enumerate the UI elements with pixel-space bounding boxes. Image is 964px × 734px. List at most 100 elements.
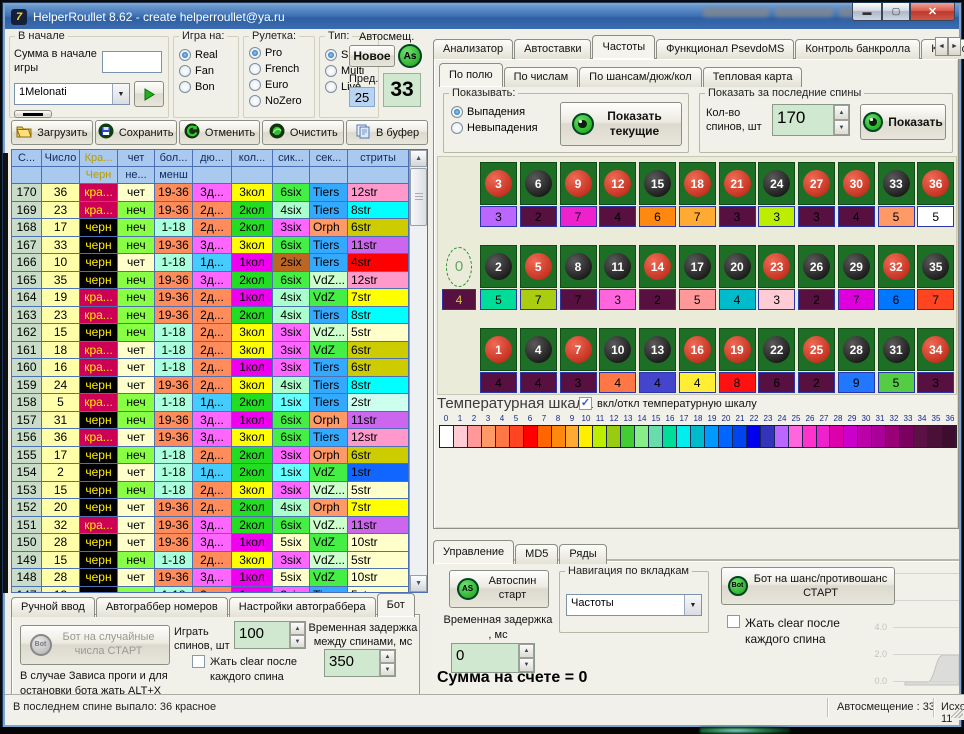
tab-control-0[interactable]: Управление bbox=[433, 540, 514, 564]
board-number-2[interactable]: 2 bbox=[480, 245, 517, 288]
board-number-9[interactable]: 9 bbox=[560, 162, 597, 205]
board-number-13[interactable]: 13 bbox=[639, 328, 676, 371]
board-number-20[interactable]: 20 bbox=[719, 245, 756, 288]
tab-freq-1[interactable]: По числам bbox=[504, 67, 579, 87]
as-icon[interactable]: As bbox=[398, 44, 422, 68]
scroll-up-icon[interactable]: ▲ bbox=[410, 150, 427, 167]
toolbar-button-4[interactable]: В буфер bbox=[346, 120, 428, 145]
arrow-up-icon[interactable]: ▲ bbox=[834, 105, 849, 120]
clear-after-spin-checkbox-2[interactable] bbox=[727, 615, 740, 628]
maximize-button[interactable]: ▢ bbox=[882, 3, 910, 21]
minimize-button[interactable]: ▬ bbox=[852, 3, 882, 21]
radio-roulette-1[interactable]: French bbox=[249, 63, 302, 75]
table-row[interactable]: 15220чернчет19-362д...2кол4sixOrph7str bbox=[12, 499, 409, 517]
tab-input-2[interactable]: Настройки автограббера bbox=[229, 597, 376, 617]
board-number-18[interactable]: 18 bbox=[679, 162, 716, 205]
chevron-down-icon[interactable]: ▼ bbox=[112, 84, 129, 104]
temp-scale-checkbox[interactable]: ✓ bbox=[579, 397, 592, 410]
tab-control-1[interactable]: MD5 bbox=[515, 544, 558, 564]
board-number-4[interactable]: 4 bbox=[520, 328, 557, 371]
board-number-36[interactable]: 36 bbox=[917, 162, 954, 205]
board-number-23[interactable]: 23 bbox=[758, 245, 795, 288]
table-row[interactable]: 16215черннеч1-182д...3кол3sixVdZ...5str bbox=[12, 324, 409, 342]
arrow-down-icon[interactable]: ▼ bbox=[834, 120, 849, 135]
board-number-16[interactable]: 16 bbox=[679, 328, 716, 371]
table-row[interactable]: 15028чернчет19-363д...1кол5sixVdZ10str bbox=[12, 534, 409, 552]
radio-show-0[interactable]: Выпадения bbox=[451, 106, 538, 118]
board-number-26[interactable]: 26 bbox=[798, 245, 835, 288]
board-number-33[interactable]: 33 bbox=[878, 162, 915, 205]
tab-right-4[interactable]: Контроль банкролла bbox=[795, 39, 920, 59]
scrollbar-thumb[interactable] bbox=[410, 168, 427, 226]
tab-right-0[interactable]: Анализатор bbox=[433, 39, 513, 59]
table-row[interactable]: 16923кра...неч19-362д...2кол4sixTiers8st… bbox=[12, 202, 409, 220]
tab-right-3[interactable]: Функционал PsevdoMS bbox=[656, 39, 794, 59]
tab-right-1[interactable]: Автоставки bbox=[514, 39, 591, 59]
tab-input-3[interactable]: Бот bbox=[377, 593, 415, 617]
board-number-25[interactable]: 25 bbox=[798, 328, 835, 371]
start-sum-input[interactable] bbox=[102, 51, 162, 73]
table-scrollbar[interactable]: ▲ ▼ bbox=[409, 150, 427, 592]
show-button[interactable]: Показать bbox=[860, 104, 946, 140]
table-row[interactable]: 17036кра...чет19-363д...3кол6sixTiers12s… bbox=[12, 184, 409, 202]
tab-freq-0[interactable]: По полю bbox=[439, 63, 503, 87]
radio-game-1[interactable]: Fan bbox=[179, 65, 218, 77]
table-row[interactable]: 15132кра...чет19-363д...2кол6sixVdZ...11… bbox=[12, 517, 409, 535]
close-button[interactable]: ✕ bbox=[910, 3, 955, 21]
tab-scroll-left-icon[interactable]: ◄ bbox=[935, 37, 948, 56]
radio-game-2[interactable]: Bon bbox=[179, 81, 218, 93]
toolbar-button-0[interactable]: Загрузить bbox=[11, 120, 93, 145]
table-row[interactable]: 16323кра...неч19-362д...2кол4sixTiers8st… bbox=[12, 307, 409, 325]
table-row[interactable]: 16118кра...чет1-182д...3кол3sixVdZ6str bbox=[12, 342, 409, 360]
dash-button[interactable] bbox=[14, 110, 52, 118]
table-row[interactable]: 16535черннеч19-363д...2кол6sixVdZ...12st… bbox=[12, 272, 409, 290]
tab-right-2[interactable]: Частоты bbox=[592, 35, 655, 59]
board-number-15[interactable]: 15 bbox=[639, 162, 676, 205]
tab-freq-3[interactable]: Тепловая карта bbox=[703, 67, 803, 87]
delay-stepper[interactable]: 350 ▲▼ bbox=[324, 649, 396, 677]
table-row[interactable]: 14915черннеч1-182д...3кол3sixVdZ...5str bbox=[12, 552, 409, 570]
board-number-28[interactable]: 28 bbox=[838, 328, 875, 371]
table-row[interactable]: 16817черннеч1-182д...2кол3sixOrph6str bbox=[12, 219, 409, 237]
table-row[interactable]: 15636кра...чет19-363д...3кол6sixTiers12s… bbox=[12, 429, 409, 447]
table-row[interactable]: 15731черннеч19-363д...1кол6sixOrph11str bbox=[12, 412, 409, 430]
board-number-32[interactable]: 32 bbox=[878, 245, 915, 288]
radio-show-1[interactable]: Невыпадения bbox=[451, 122, 538, 134]
board-number-11[interactable]: 11 bbox=[599, 245, 636, 288]
radio-roulette-0[interactable]: Pro bbox=[249, 47, 302, 59]
show-current-button[interactable]: Показать текущие bbox=[560, 102, 682, 146]
toolbar-button-3[interactable]: Очистить bbox=[262, 120, 344, 145]
resize-grip[interactable] bbox=[951, 706, 963, 718]
table-row[interactable]: 16016кра...чет1-182д...1кол3sixTiers6str bbox=[12, 359, 409, 377]
tab-scroll-right-icon[interactable]: ► bbox=[948, 37, 961, 56]
board-number-12[interactable]: 12 bbox=[599, 162, 636, 205]
board-number-7[interactable]: 7 bbox=[560, 328, 597, 371]
radio-roulette-2[interactable]: Euro bbox=[249, 79, 302, 91]
board-number-0[interactable]: 0 bbox=[442, 245, 476, 288]
radio-game-0[interactable]: Real bbox=[179, 49, 218, 61]
arrow-down-icon[interactable]: ▼ bbox=[380, 663, 395, 676]
clear-after-spin-checkbox[interactable] bbox=[192, 655, 205, 668]
board-number-30[interactable]: 30 bbox=[838, 162, 875, 205]
board-number-3[interactable]: 3 bbox=[480, 162, 517, 205]
radio-roulette-3[interactable]: NoZero bbox=[249, 95, 302, 107]
arrow-up-icon[interactable]: ▲ bbox=[290, 622, 305, 635]
board-number-35[interactable]: 35 bbox=[917, 245, 954, 288]
board-number-34[interactable]: 34 bbox=[917, 328, 954, 371]
table-row[interactable]: 15517черннеч1-182д...2кол3sixOrph6str bbox=[12, 447, 409, 465]
table-row[interactable]: 14828чернчет19-363д...1кол5sixVdZ10str bbox=[12, 569, 409, 587]
arrow-up-icon[interactable]: ▲ bbox=[380, 650, 395, 663]
table-row[interactable]: 16419кра...неч19-362д...1кол4sixVdZ7str bbox=[12, 289, 409, 307]
board-number-17[interactable]: 17 bbox=[679, 245, 716, 288]
table-row[interactable]: 1585кра...неч1-181д...2кол1sixTiers2str bbox=[12, 394, 409, 412]
preset-combobox[interactable]: 1Melonati ▼ bbox=[14, 83, 130, 105]
board-number-21[interactable]: 21 bbox=[719, 162, 756, 205]
tab-control-2[interactable]: Ряды bbox=[559, 544, 606, 564]
board-number-24[interactable]: 24 bbox=[758, 162, 795, 205]
board-number-22[interactable]: 22 bbox=[758, 328, 795, 371]
play-spins-stepper[interactable]: 100 ▲▼ bbox=[234, 621, 306, 649]
table-row[interactable]: 14713черннеч1-182д...1кол3sixTiers5str bbox=[12, 587, 409, 593]
tab-input-0[interactable]: Ручной ввод bbox=[11, 597, 95, 617]
tab-input-1[interactable]: Автограббер номеров bbox=[96, 597, 228, 617]
arrow-down-icon[interactable]: ▼ bbox=[290, 635, 305, 648]
